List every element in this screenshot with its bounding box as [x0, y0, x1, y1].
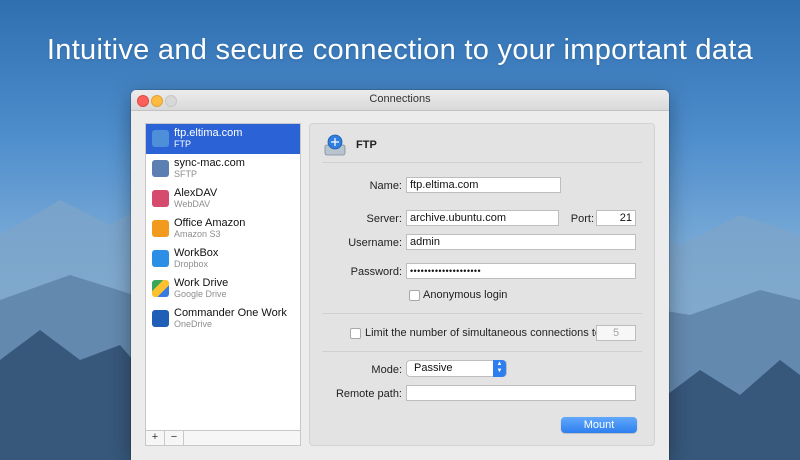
mode-select[interactable]: Passive ▲ ▼: [406, 360, 507, 377]
connection-name: Work Drive: [174, 277, 229, 289]
connection-protocol: Amazon S3: [174, 229, 221, 239]
connection-protocol: SFTP: [174, 169, 198, 179]
limit-connections-label: Limit the number of simultaneous connect…: [365, 327, 602, 339]
anonymous-login-checkbox[interactable]: [409, 290, 420, 301]
username-label: Username:: [348, 237, 402, 249]
sftp-icon: [152, 160, 169, 177]
add-connection-button[interactable]: +: [146, 431, 165, 445]
remote-path-label: Remote path:: [335, 388, 402, 400]
divider: [322, 351, 642, 352]
connection-name: WorkBox: [174, 247, 219, 259]
connection-name: Commander One Work: [174, 307, 287, 319]
connection-protocol: WebDAV: [174, 199, 211, 209]
remote-path-field[interactable]: [406, 385, 636, 401]
connections-sidebar: ftp.eltima.com FTP sync-mac.com SFTP Ale…: [145, 123, 301, 446]
name-field[interactable]: ftp.eltima.com: [406, 177, 561, 193]
onedrive-icon: [152, 310, 169, 327]
dropbox-icon: [152, 250, 169, 267]
amazon-s3-icon: [152, 220, 169, 237]
sidebar-item-webdav[interactable]: AlexDAV WebDAV: [146, 184, 300, 214]
headline: Intuitive and secure connection to your …: [46, 34, 754, 66]
limit-connections-field[interactable]: 5: [596, 325, 636, 341]
server-field[interactable]: archive.ubuntu.com: [406, 210, 559, 226]
password-field[interactable]: ••••••••••••••••••••: [406, 263, 636, 279]
google-drive-icon: [152, 280, 169, 297]
connection-settings-panel: FTP Name: ftp.eltima.com Server: archive…: [309, 123, 655, 446]
sidebar-item-amazon-s3[interactable]: Office Amazon Amazon S3: [146, 214, 300, 244]
connection-protocol: Google Drive: [174, 289, 227, 299]
username-field[interactable]: admin: [406, 234, 636, 250]
sidebar-item-google-drive[interactable]: Work Drive Google Drive: [146, 274, 300, 304]
ftp-drive-icon: [324, 134, 346, 156]
remove-connection-button[interactable]: −: [165, 431, 184, 445]
connection-name: sync-mac.com: [174, 157, 245, 169]
mount-button[interactable]: Mount: [561, 417, 637, 433]
connection-name: Office Amazon: [174, 217, 246, 229]
mode-value: Passive: [414, 362, 453, 374]
window-title: Connections: [369, 93, 431, 105]
password-label: Password:: [350, 266, 402, 278]
title-bar: Connections: [131, 90, 669, 111]
connection-protocol: FTP: [174, 139, 191, 149]
connection-protocol: OneDrive: [174, 319, 213, 329]
ftp-icon: [152, 130, 169, 147]
server-label: Server:: [366, 213, 402, 225]
webdav-icon: [152, 190, 169, 207]
port-label: Port:: [570, 213, 594, 225]
protocol-header: FTP: [356, 139, 377, 151]
name-label: Name:: [369, 180, 402, 192]
divider: [322, 313, 642, 314]
sidebar-item-onedrive[interactable]: Commander One Work OneDrive: [146, 304, 300, 334]
mode-label: Mode:: [371, 364, 402, 376]
sidebar-item-dropbox[interactable]: WorkBox Dropbox: [146, 244, 300, 274]
anonymous-login-label: Anonymous login: [423, 289, 508, 301]
limit-connections-checkbox[interactable]: [350, 328, 361, 339]
connection-name: AlexDAV: [174, 187, 218, 199]
chevron-updown-icon: ▲ ▼: [493, 360, 506, 377]
divider: [322, 162, 642, 163]
sidebar-item-sftp[interactable]: sync-mac.com SFTP: [146, 154, 300, 184]
connection-protocol: Dropbox: [174, 259, 209, 269]
port-field[interactable]: 21: [596, 210, 636, 226]
connections-window: Connections ftp.eltima.com FTP sync-mac.…: [131, 90, 669, 460]
sidebar-item-ftp[interactable]: ftp.eltima.com FTP: [146, 124, 300, 154]
sidebar-footer: + −: [146, 430, 300, 445]
connection-name: ftp.eltima.com: [174, 127, 243, 139]
